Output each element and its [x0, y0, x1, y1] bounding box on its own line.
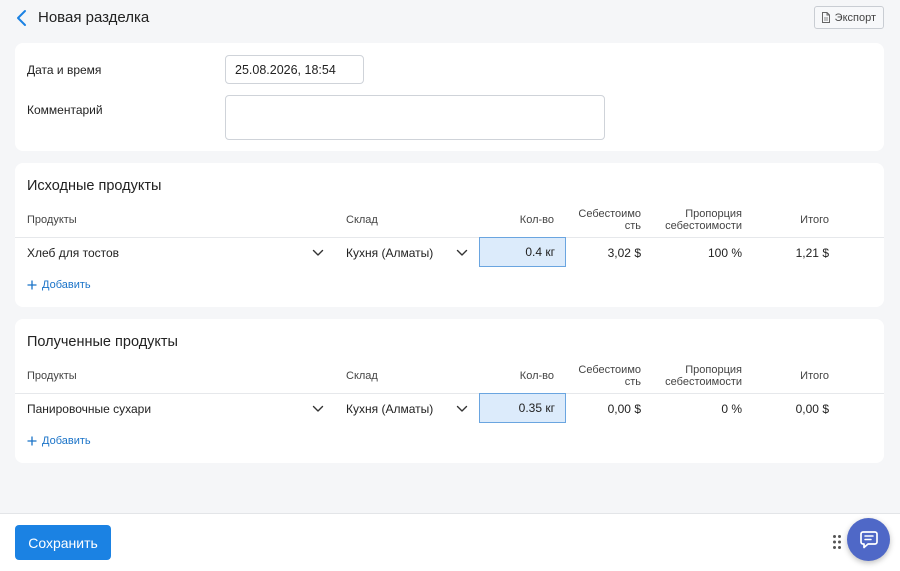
- document-icon: [821, 12, 830, 23]
- col-header-proportion-line1: Пропорция: [685, 208, 742, 220]
- warehouse-select[interactable]: Кухня (Алматы): [346, 246, 433, 260]
- col-header-total: Итого: [800, 370, 829, 382]
- proportion-value[interactable]: 0 %: [641, 402, 742, 416]
- export-label: Экспорт: [834, 11, 876, 24]
- add-label: Добавить: [42, 279, 91, 291]
- cost-value: 0,00 $: [607, 402, 641, 416]
- total-value: 0,00 $: [795, 402, 829, 416]
- plus-icon: [27, 436, 37, 446]
- col-header-cost-line2: сть: [624, 376, 641, 388]
- footer-bar: Сохранить: [0, 513, 900, 571]
- chevron-down-icon[interactable]: [456, 249, 468, 257]
- chevron-down-icon[interactable]: [456, 405, 468, 413]
- chevron-down-icon[interactable]: [312, 249, 324, 257]
- top-bar: Новая разделка Экспорт: [0, 0, 900, 36]
- qty-input[interactable]: 0.4 кг: [479, 237, 566, 267]
- col-header-proportion-line1: Пропорция: [685, 364, 742, 376]
- col-header-qty: Кол-во: [519, 214, 554, 226]
- save-button[interactable]: Сохранить: [15, 525, 111, 560]
- col-header-proportion-line2: себестоимости: [665, 376, 742, 388]
- col-header-product: Продукты: [27, 214, 77, 226]
- chat-button[interactable]: [847, 518, 890, 561]
- drag-handle-icon[interactable]: [832, 534, 842, 550]
- result-products-card: Полученные продукты Продукты Склад Кол-в…: [15, 319, 884, 463]
- col-header-cost: Себестоимо сть: [555, 364, 641, 388]
- plus-icon: [27, 280, 37, 290]
- col-header-proportion: Пропорция себестоимости: [641, 364, 742, 388]
- chevron-down-icon[interactable]: [312, 405, 324, 413]
- col-header-cost-line1: Себестоимо: [578, 208, 641, 220]
- source-section-title: Исходные продукты: [27, 178, 162, 194]
- col-header-warehouse: Склад: [346, 370, 378, 382]
- product-select[interactable]: Панировочные сухари: [27, 402, 151, 416]
- date-input[interactable]: [225, 55, 364, 84]
- chat-icon: [859, 530, 878, 548]
- comment-textarea[interactable]: [225, 95, 605, 140]
- col-header-cost-line1: Себестоимо: [578, 364, 641, 376]
- add-source-product-button[interactable]: Добавить: [27, 279, 91, 291]
- col-header-cost-line2: сть: [624, 220, 641, 232]
- export-button[interactable]: Экспорт: [813, 6, 884, 29]
- page-title: Новая разделка: [38, 9, 150, 26]
- add-label: Добавить: [42, 435, 91, 447]
- product-select[interactable]: Хлеб для тостов: [27, 246, 119, 260]
- warehouse-select[interactable]: Кухня (Алматы): [346, 402, 433, 416]
- proportion-value[interactable]: 100 %: [641, 246, 742, 260]
- col-header-product: Продукты: [27, 370, 77, 382]
- col-header-warehouse: Склад: [346, 214, 378, 226]
- back-button[interactable]: [12, 8, 32, 28]
- comment-label: Комментарий: [27, 103, 103, 117]
- row-divider: [15, 237, 884, 238]
- col-header-proportion: Пропорция себестоимости: [641, 208, 742, 232]
- col-header-total: Итого: [800, 214, 829, 226]
- chevron-left-icon: [17, 10, 26, 26]
- add-result-product-button[interactable]: Добавить: [27, 435, 91, 447]
- info-card: Дата и время Комментарий: [15, 43, 884, 151]
- source-products-card: Исходные продукты Продукты Склад Кол-во …: [15, 163, 884, 307]
- qty-input[interactable]: 0.35 кг: [479, 393, 566, 423]
- col-header-proportion-line2: себестоимости: [665, 220, 742, 232]
- result-section-title: Полученные продукты: [27, 334, 178, 350]
- row-divider: [15, 393, 884, 394]
- col-header-cost: Себестоимо сть: [555, 208, 641, 232]
- date-label: Дата и время: [27, 63, 102, 77]
- total-value: 1,21 $: [795, 246, 829, 260]
- cost-value: 3,02 $: [607, 246, 641, 260]
- col-header-qty: Кол-во: [519, 370, 554, 382]
